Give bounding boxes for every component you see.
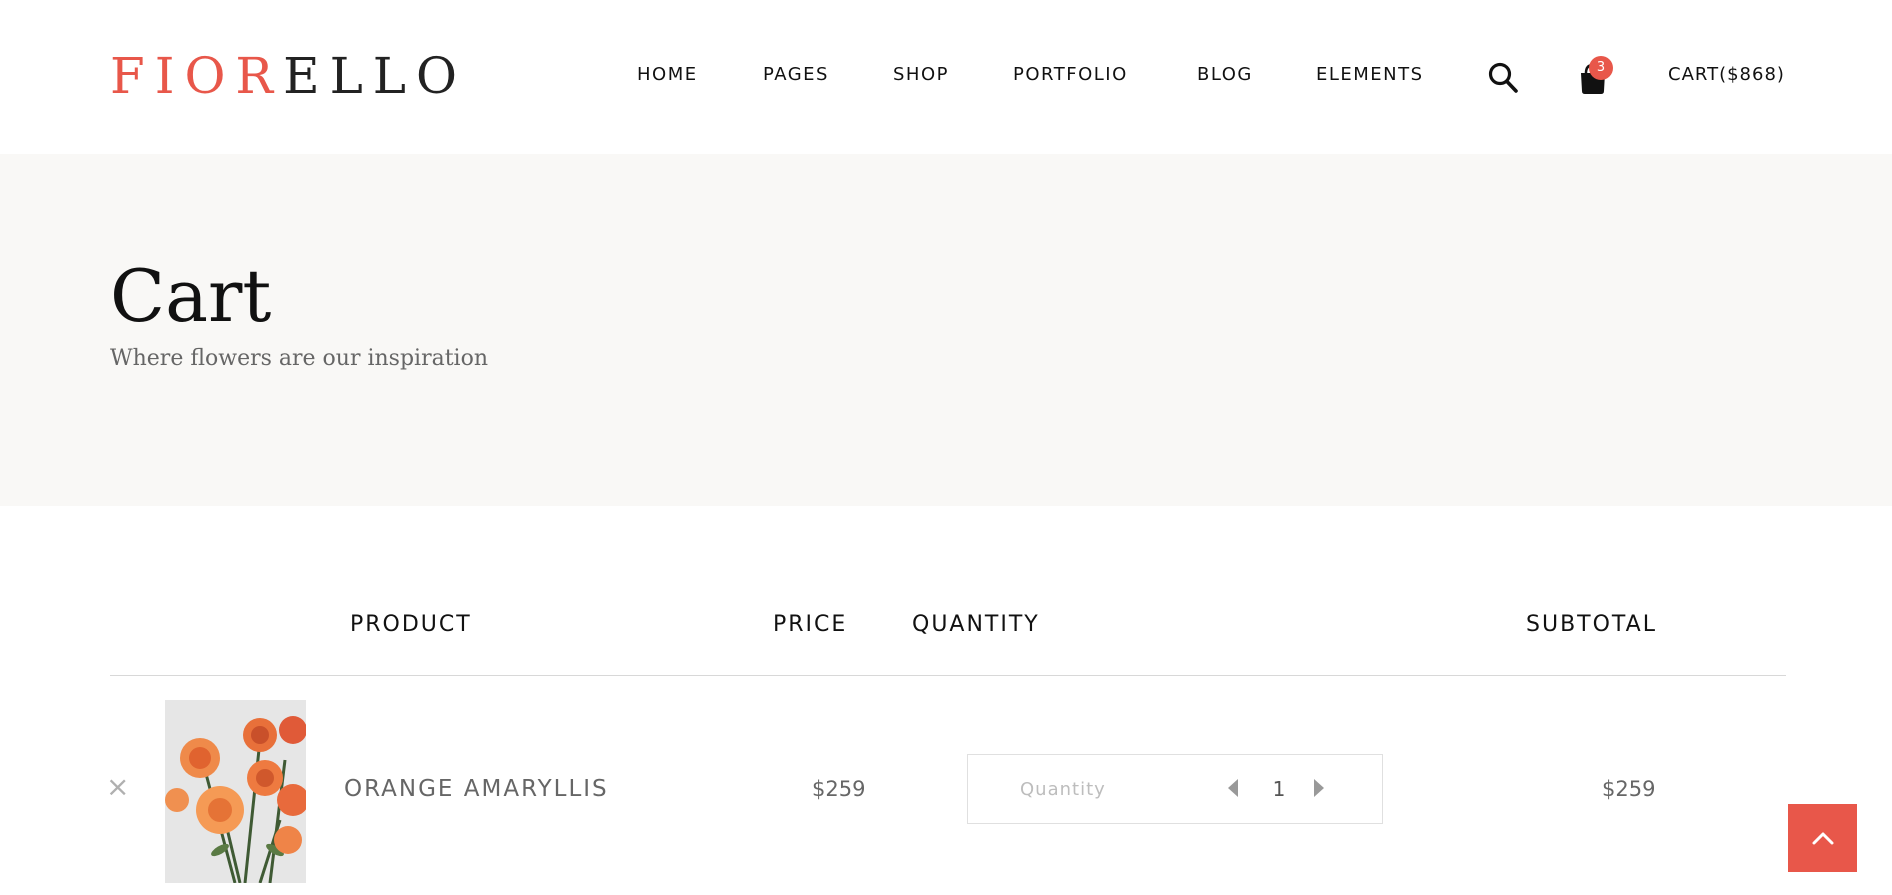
- row-subtotal: $259: [1602, 777, 1656, 801]
- logo-part-dark: ELLO: [283, 47, 467, 105]
- decrease-quantity-icon[interactable]: [1228, 779, 1238, 797]
- quantity-stepper: Quantity: [967, 754, 1383, 824]
- scroll-to-top-button[interactable]: [1788, 804, 1857, 872]
- nav-item-shop[interactable]: SHOP: [893, 64, 949, 85]
- nav-item-home[interactable]: HOME: [637, 64, 698, 85]
- cart-total-link[interactable]: CART($868): [1668, 64, 1785, 85]
- nav-item-blog[interactable]: BLOG: [1197, 64, 1253, 85]
- column-header-price: PRICE: [773, 612, 848, 637]
- nav-item-elements[interactable]: ELEMENTS: [1316, 64, 1424, 85]
- nav-item-pages[interactable]: PAGES: [763, 64, 829, 85]
- product-name-link[interactable]: ORANGE AMARYLLIS: [344, 776, 609, 802]
- product-thumbnail[interactable]: [165, 700, 306, 883]
- logo[interactable]: FIORELLO: [110, 46, 467, 106]
- increase-quantity-icon[interactable]: [1314, 779, 1324, 797]
- logo-part-accent: FIOR: [110, 47, 284, 105]
- cart-count-badge: 3: [1589, 56, 1613, 80]
- column-header-product: PRODUCT: [350, 612, 472, 637]
- page-title: Cart: [110, 254, 272, 338]
- remove-item-button[interactable]: ×: [106, 772, 130, 802]
- page-subtitle: Where flowers are our inspiration: [110, 346, 489, 371]
- chevron-up-icon: [1812, 832, 1834, 845]
- search-icon[interactable]: [1488, 62, 1518, 94]
- quantity-input[interactable]: [1264, 774, 1294, 804]
- column-header-quantity: QUANTITY: [912, 612, 1040, 637]
- nav-item-portfolio[interactable]: PORTFOLIO: [1013, 64, 1128, 85]
- product-price: $259: [812, 777, 866, 801]
- table-header-divider: [110, 675, 1786, 676]
- page-hero: Cart Where flowers are our inspiration: [0, 154, 1892, 506]
- column-header-subtotal: SUBTOTAL: [1526, 612, 1657, 637]
- quantity-label: Quantity: [1020, 779, 1106, 800]
- site-header: FIORELLO HOME PAGES SHOP PORTFOLIO BLOG …: [0, 0, 1892, 154]
